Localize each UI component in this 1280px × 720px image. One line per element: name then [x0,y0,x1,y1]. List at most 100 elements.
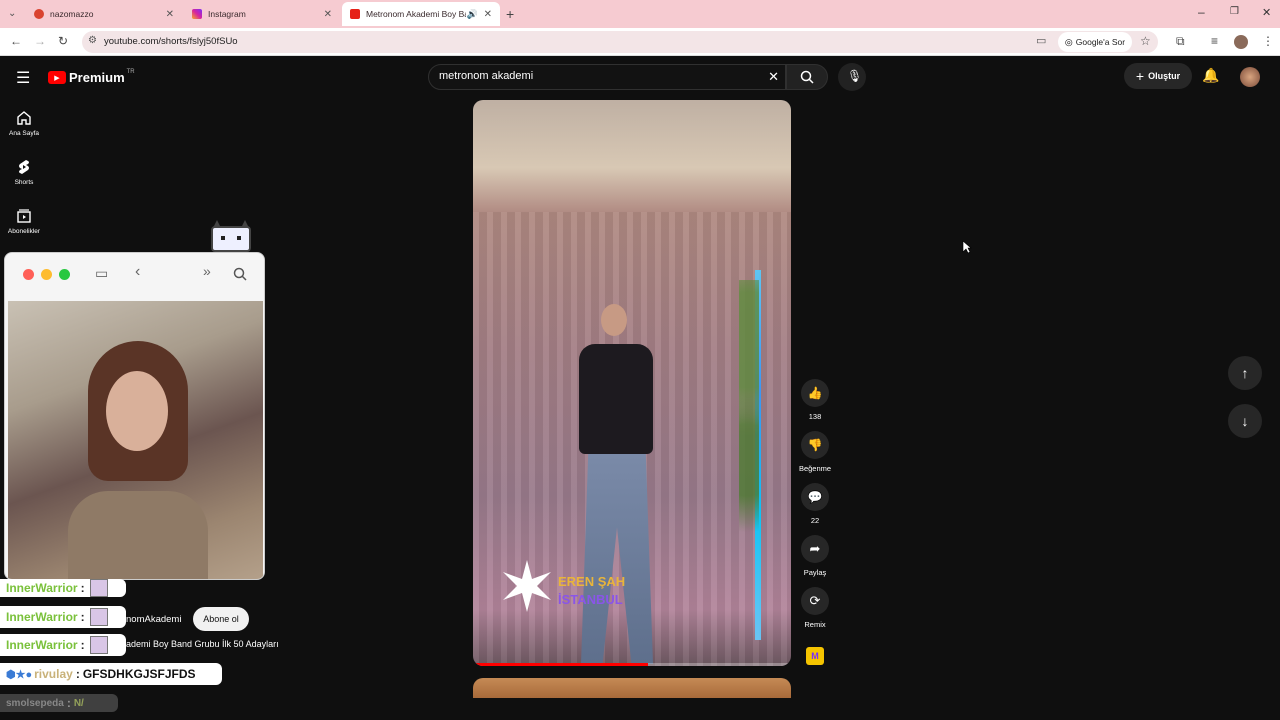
reload-icon[interactable]: ↻ [58,34,68,48]
dancer-figure [571,304,661,664]
star-graphic [503,560,551,612]
webcam-window[interactable]: ▭ ‹ » [4,252,265,580]
search-query: metronom akademi [439,70,534,82]
search-input[interactable]: metronom akademi ✕ [428,64,786,90]
remix-icon: ⟳ [809,593,821,608]
tab-instagram[interactable]: Instagram ✕ [184,2,340,26]
google-ask-button[interactable]: ◎ Google'a Sor [1058,32,1132,52]
overlay-name: EREN ŞAH [558,574,626,589]
chat-username: smolsepeda [6,697,64,709]
shorts-video-player[interactable]: EREN ŞAH İSTANBUL [473,100,791,666]
chat-text: GFSDHKGJSFJFDS [82,667,196,681]
chat-username: InnerWarrior [6,610,78,624]
previous-short-button[interactable]: ↑ [1228,356,1262,390]
menu-dots-icon[interactable]: ⋮ [1262,34,1274,48]
nav-subscriptions[interactable]: Abonelikler [0,208,48,235]
media-control-icon[interactable]: ≡ [1211,34,1218,48]
create-button[interactable]: + Oluştur [1124,63,1192,89]
subscriptions-icon [17,209,31,223]
tab-favicon [34,9,44,19]
next-video-preview[interactable] [473,678,791,698]
logo-text: Premium [69,70,125,85]
double-chevron-right-icon[interactable]: » [203,263,211,279]
chat-message: InnerWarrior: [0,634,126,656]
chat-username: InnerWarrior [6,581,78,595]
youtube-play-icon: ▶ [48,71,66,84]
search-icon [800,70,814,84]
next-short-button[interactable]: ↓ [1228,404,1262,438]
profile-avatar[interactable] [1234,35,1248,49]
like-button[interactable]: 👍 138 [797,379,833,421]
site-info-icon[interactable]: ⚙ [88,35,97,46]
close-tab-icon[interactable]: ✕ [324,9,332,20]
close-tab-icon[interactable]: ✕ [166,9,174,20]
url-text[interactable]: youtube.com/shorts/fslyj50fSUo [104,36,238,47]
chevron-left-icon[interactable]: ‹ [135,263,140,281]
tab-youtube-active[interactable]: Metronom Akademi Boy Ba 🔊 ✕ [342,2,500,26]
extensions-icon[interactable]: ⧉ [1176,34,1185,49]
window-maximize-dot[interactable] [59,269,70,280]
subscribe-label: Abone ol [203,614,239,624]
chat-separator: : [80,638,85,652]
forward-icon[interactable]: → [34,34,46,48]
tab-title: Instagram [208,9,246,19]
dislike-label: Beğenme [798,464,832,473]
notifications-bell-icon[interactable]: 🔔 [1202,67,1219,84]
restore-icon[interactable]: ❐ [1230,6,1239,17]
thumbs-down-icon: 👎 [807,438,823,452]
search-icon[interactable] [233,267,247,281]
browser-toolbar: ← → ↻ ⚙ youtube.com/shorts/fslyj50fSUo ▭… [0,28,1280,56]
cast-icon[interactable]: ▭ [1036,34,1046,47]
close-tab-icon[interactable]: ✕ [484,9,492,20]
person-silhouette [68,341,208,579]
window-close-dot[interactable] [23,269,34,280]
video-title[interactable]: ademi Boy Band Grubu İlk 50 Adayları [126,639,279,649]
address-bar[interactable]: ⚙ youtube.com/shorts/fslyj50fSUo ▭ ◎ Goo… [82,31,1158,53]
clear-search-icon[interactable]: ✕ [768,69,779,85]
comment-icon: 💬 [807,490,823,504]
region-code: TR [126,68,135,75]
youtube-logo[interactable]: ▶ Premium TR [48,68,135,85]
nav-subscriptions-label: Abonelikler [7,228,41,235]
share-arrow-icon: ➦ [809,541,821,556]
lens-icon: ◎ [1064,36,1073,47]
tab-list-icon[interactable]: ⌄ [8,8,16,19]
new-tab-icon[interactable]: + [506,6,514,22]
share-label: Paylaş [803,568,827,577]
nav-home[interactable]: Ana Sayfa [0,110,48,137]
chat-message: smolsepeda: N/ [0,694,118,712]
comments-button[interactable]: 💬 22 [797,483,833,525]
account-avatar[interactable] [1240,67,1260,87]
google-ask-label: Google'a Sor [1075,37,1126,47]
subscribe-button[interactable]: Abone ol [193,607,249,631]
chat-emote-icon [89,636,108,654]
chat-separator: : [75,667,80,681]
dislike-button[interactable]: 👎 Beğenme [797,431,833,473]
nav-home-label: Ana Sayfa [9,130,39,137]
minimize-icon[interactable]: – [1198,5,1205,19]
sidebar-toggle-icon[interactable]: ▭ [95,265,108,282]
chat-username: InnerWarrior [6,638,78,652]
chat-badge-icon: ⬢★● [6,668,33,681]
nav-shorts-label: Shorts [14,179,34,186]
search-button[interactable] [786,64,828,90]
tab-nazomazzo[interactable]: nazomazzo ✕ [26,2,182,26]
share-button[interactable]: ➦ Paylaş [797,535,833,577]
nav-shorts[interactable]: Shorts [0,159,48,186]
channel-thumbnail[interactable]: M [806,647,824,665]
remix-button[interactable]: ⟳ Remix [797,587,833,629]
home-icon [17,111,31,125]
voice-search-button[interactable]: 🎙 [838,63,866,91]
audio-playing-icon[interactable]: 🔊 [467,9,478,20]
arrow-down-icon: ↓ [1241,413,1249,429]
remix-label: Remix [804,620,826,629]
progress-bar[interactable] [473,663,791,666]
close-window-icon[interactable]: ✕ [1262,6,1271,19]
back-icon[interactable]: ← [10,34,22,48]
chat-emote-icon [89,579,108,597]
bookmark-star-icon[interactable]: ☆ [1140,34,1151,48]
progress-fill [473,663,648,666]
hamburger-menu-icon[interactable]: ☰ [16,68,30,88]
channel-name[interactable]: nomAkademi [126,614,181,625]
window-minimize-dot[interactable] [41,269,52,280]
